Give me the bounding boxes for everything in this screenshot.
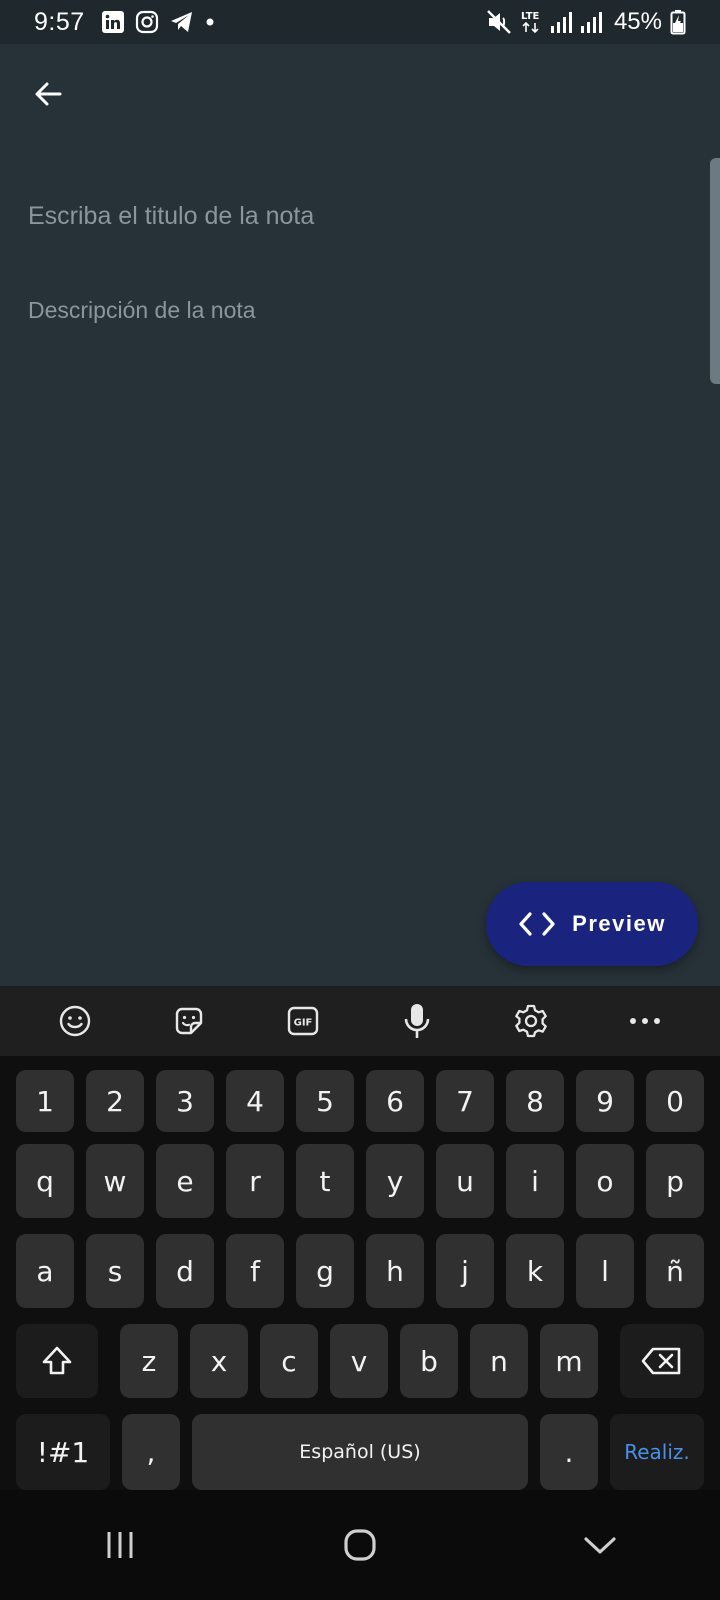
key-8[interactable]: 8 xyxy=(506,1070,564,1132)
key-k[interactable]: k xyxy=(506,1234,564,1308)
key-p[interactable]: p xyxy=(646,1144,704,1218)
key-y[interactable]: y xyxy=(366,1144,424,1218)
done-key[interactable]: Realiz. xyxy=(610,1414,704,1490)
period-key[interactable]: . xyxy=(540,1414,598,1490)
key-4[interactable]: 4 xyxy=(226,1070,284,1132)
key-7[interactable]: 7 xyxy=(436,1070,494,1132)
more-button[interactable] xyxy=(617,993,673,1049)
home-button[interactable] xyxy=(320,1505,400,1585)
status-bar: 9:57 LTE 45% xyxy=(0,0,720,44)
key-m[interactable]: m xyxy=(540,1324,598,1398)
key-3[interactable]: 3 xyxy=(156,1070,214,1132)
hide-keyboard-button[interactable] xyxy=(560,1505,640,1585)
key-g[interactable]: g xyxy=(296,1234,354,1308)
keyboard-settings-button[interactable] xyxy=(503,993,559,1049)
key-s[interactable]: s xyxy=(86,1234,144,1308)
backspace-icon xyxy=(641,1347,681,1375)
key-9[interactable]: 9 xyxy=(576,1070,634,1132)
symbols-key[interactable]: !#1 xyxy=(16,1414,110,1490)
status-time: 9:57 xyxy=(34,7,85,36)
key-d[interactable]: d xyxy=(156,1234,214,1308)
key-j[interactable]: j xyxy=(436,1234,494,1308)
key-o[interactable]: o xyxy=(576,1144,634,1218)
scrollbar-thumb[interactable] xyxy=(710,158,720,384)
key-r[interactable]: r xyxy=(226,1144,284,1218)
on-screen-keyboard: GIF 1 2 3 4 5 6 7 8 9 0 q w e r t y u i … xyxy=(0,986,720,1490)
key-h[interactable]: h xyxy=(366,1234,424,1308)
sticker-icon xyxy=(175,1007,203,1035)
note-editor: Preview xyxy=(0,44,720,986)
back-button[interactable] xyxy=(24,70,72,118)
key-l[interactable]: l xyxy=(576,1234,634,1308)
key-b[interactable]: b xyxy=(400,1324,458,1398)
linkedin-icon xyxy=(101,10,125,34)
key-f[interactable]: f xyxy=(226,1234,284,1308)
sticker-button[interactable] xyxy=(161,993,217,1049)
key-v[interactable]: v xyxy=(330,1324,388,1398)
key-t[interactable]: t xyxy=(296,1144,354,1218)
recent-apps-icon xyxy=(107,1532,133,1558)
microphone-icon xyxy=(404,1004,430,1038)
lte-icon: LTE xyxy=(520,9,542,35)
space-key[interactable]: Español (US) xyxy=(192,1414,528,1490)
backspace-key[interactable] xyxy=(620,1324,704,1398)
key-a[interactable]: a xyxy=(16,1234,74,1308)
system-navigation-bar xyxy=(0,1490,720,1600)
chevron-down-icon xyxy=(584,1537,616,1554)
gif-icon: GIF xyxy=(287,1006,319,1036)
key-e[interactable]: e xyxy=(156,1144,214,1218)
home-icon xyxy=(344,1529,376,1561)
emoji-icon xyxy=(59,1005,91,1037)
key-u[interactable]: u xyxy=(436,1144,494,1218)
note-title-input[interactable] xyxy=(28,194,668,238)
key-n-tilde[interactable]: ñ xyxy=(646,1234,704,1308)
note-description-input[interactable] xyxy=(28,288,668,332)
shift-icon xyxy=(42,1346,72,1375)
settings-icon xyxy=(515,1004,547,1038)
key-x[interactable]: x xyxy=(190,1324,248,1398)
instagram-icon xyxy=(135,10,159,34)
key-z[interactable]: z xyxy=(120,1324,178,1398)
shift-key[interactable] xyxy=(16,1324,98,1398)
signal-icon xyxy=(550,10,606,34)
telegram-icon xyxy=(169,10,195,34)
key-w[interactable]: w xyxy=(86,1144,144,1218)
key-2[interactable]: 2 xyxy=(86,1070,144,1132)
battery-charging-icon xyxy=(670,9,686,35)
comma-key[interactable]: , xyxy=(122,1414,180,1490)
key-0[interactable]: 0 xyxy=(646,1070,704,1132)
more-icon xyxy=(630,1018,660,1024)
voice-input-button[interactable] xyxy=(389,993,445,1049)
gif-button[interactable]: GIF xyxy=(275,993,331,1049)
key-q[interactable]: q xyxy=(16,1144,74,1218)
dot-icon xyxy=(205,17,215,27)
keyboard-toolbar: GIF xyxy=(0,986,720,1056)
key-6[interactable]: 6 xyxy=(366,1070,424,1132)
key-i[interactable]: i xyxy=(506,1144,564,1218)
key-n[interactable]: n xyxy=(470,1324,528,1398)
preview-label: Preview xyxy=(572,911,666,936)
recent-apps-button[interactable] xyxy=(80,1505,160,1585)
arrow-left-icon xyxy=(35,82,62,106)
code-icon xyxy=(519,912,555,936)
svg-text:LTE: LTE xyxy=(521,11,540,22)
key-5[interactable]: 5 xyxy=(296,1070,354,1132)
emoji-button[interactable] xyxy=(47,993,103,1049)
battery-percentage: 45% xyxy=(613,8,662,35)
svg-text:GIF: GIF xyxy=(294,1018,313,1029)
preview-button[interactable]: Preview xyxy=(486,882,698,966)
key-c[interactable]: c xyxy=(260,1324,318,1398)
mute-icon xyxy=(486,9,512,35)
key-1[interactable]: 1 xyxy=(16,1070,74,1132)
